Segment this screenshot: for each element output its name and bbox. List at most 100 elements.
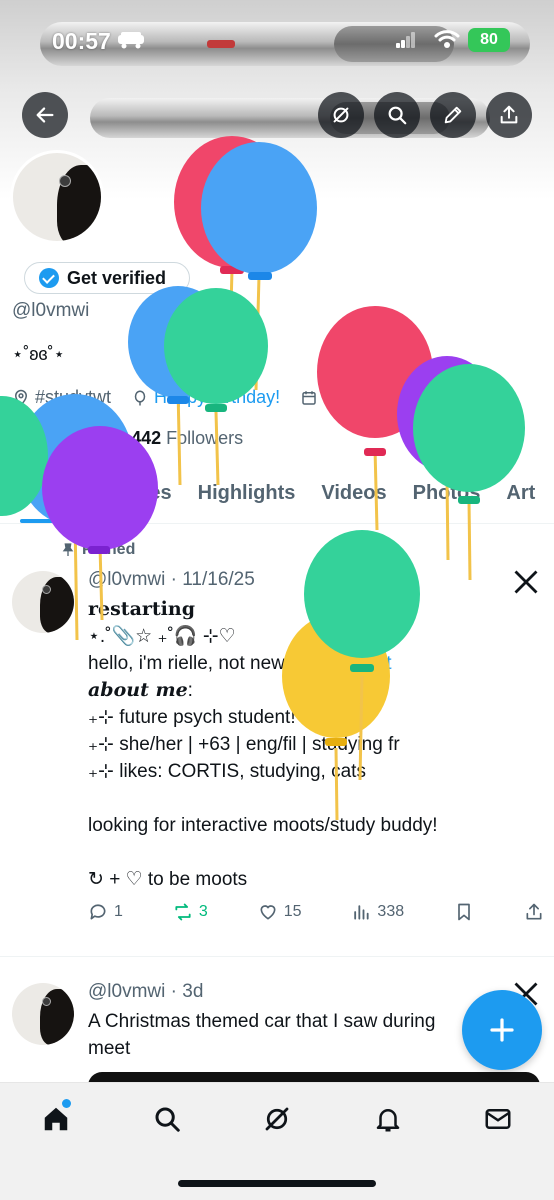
follow-stats: 35 Following 442 Followers	[12, 428, 243, 449]
post-about-line: about me:	[88, 677, 528, 704]
reply-button[interactable]: 1	[88, 902, 123, 922]
arrow-left-icon	[36, 107, 54, 123]
post2-text-line2: meet	[88, 1038, 131, 1059]
pin-icon	[62, 543, 74, 556]
share-button[interactable]	[486, 92, 532, 138]
tab-posts[interactable]: Posts	[20, 474, 75, 523]
pinned-indicator: Pinned	[60, 541, 135, 559]
post-body: restarting ⋆.˚📎☆ ₊˚🎧 ⊹♡ hello, i'm riell…	[88, 596, 528, 893]
tab-photos[interactable]: Photos	[413, 474, 481, 523]
reply-count: 1	[114, 903, 123, 920]
post-actions: 1 3 15 338	[88, 902, 544, 922]
notification-dot	[62, 1099, 71, 1108]
calendar-icon	[302, 390, 316, 405]
following-count: 35	[12, 428, 33, 448]
birthday-meta: Happy birthday!	[131, 387, 280, 408]
joined-text: Joined 2023	[323, 387, 422, 407]
nav-home[interactable]	[38, 1099, 74, 1137]
joined-meta: Joined 2023	[300, 387, 421, 408]
back-button[interactable]	[22, 92, 68, 138]
location-text: #studytwt	[35, 387, 112, 407]
post-header: @l0vmwi · 11/16/25	[88, 569, 255, 590]
repost-count: 3	[198, 903, 208, 920]
post-intro-text: hello, i'm rielle, not new to	[88, 653, 312, 674]
balloon-green-2	[413, 364, 525, 581]
home-indicator	[178, 1180, 376, 1187]
search-icon	[388, 106, 407, 125]
x-logo-icon[interactable]	[512, 568, 540, 596]
plus-icon	[490, 1018, 514, 1042]
nav-messages[interactable]	[480, 1101, 516, 1137]
post-about-colon: :	[187, 680, 193, 701]
compose-post-button[interactable]	[462, 990, 542, 1070]
following-label: Following	[37, 428, 114, 448]
tab-highlights[interactable]: Highlights	[198, 474, 296, 523]
tab-articles[interactable]: Art	[506, 474, 535, 523]
profile-avatar[interactable]	[10, 150, 104, 244]
post-pronouns-line: ₊⊹ she/her | +63 | eng/fil | studying fr	[88, 734, 400, 755]
post-intro-line: hello, i'm rielle, not new to #studytwt	[88, 650, 528, 677]
followers-count: 442	[131, 428, 162, 448]
cellular-signal-icon	[396, 32, 416, 48]
like-button[interactable]: 15	[258, 902, 302, 922]
profile-bio: ⋆˚ʚɞ˚⋆	[12, 344, 65, 364]
edit-profile-button[interactable]	[430, 92, 476, 138]
post-handle[interactable]: @l0vmwi	[88, 569, 165, 590]
post-avatar[interactable]	[12, 571, 74, 633]
tab-videos[interactable]: Videos	[321, 474, 386, 523]
post-title: restarting	[88, 598, 195, 620]
balloon-icon	[134, 390, 146, 405]
post-about-label: about me	[88, 679, 188, 701]
following-link[interactable]: 35 Following	[12, 428, 113, 449]
nav-grok[interactable]	[259, 1101, 295, 1137]
get-verified-label: Get verified	[67, 267, 167, 288]
battery-indicator: 80	[468, 28, 510, 52]
post-hashtag-link[interactable]: #studytwt	[311, 653, 391, 674]
post2-avatar[interactable]	[12, 983, 74, 1045]
followers-link[interactable]: 442 Followers	[131, 428, 243, 449]
repost-icon	[175, 903, 191, 921]
wifi-icon	[434, 30, 460, 48]
followers-label: Followers	[166, 428, 244, 448]
post2-date: 3d	[182, 981, 204, 1002]
views-chart-icon	[354, 905, 370, 920]
views-button[interactable]: 338	[351, 902, 404, 922]
home-icon	[44, 1107, 68, 1131]
get-verified-button[interactable]: Get verified	[24, 262, 190, 294]
post-date: 11/16/25	[182, 569, 255, 590]
post-likes-line: ₊⊹ likes: CORTIS, studying, cats	[88, 761, 366, 782]
tab-replies[interactable]: Replies	[100, 474, 171, 523]
repost-button[interactable]: 3	[173, 902, 208, 922]
balloon-blue-2	[128, 286, 228, 486]
nav-search[interactable]	[149, 1101, 185, 1137]
location-pin-icon	[14, 389, 28, 406]
views-count: 338	[377, 903, 405, 920]
pinned-label: Pinned	[82, 541, 136, 558]
profile-handle: @l0vmwi	[12, 300, 90, 321]
notifications-icon	[376, 1109, 400, 1132]
share-icon	[526, 903, 542, 920]
post2-handle[interactable]: @l0vmwi	[88, 981, 165, 1002]
search-button[interactable]	[374, 92, 420, 138]
profile-meta: #studytwt Happy birthday! Joined 2023	[12, 387, 421, 408]
bookmark-icon	[458, 903, 470, 921]
car-icon	[118, 32, 144, 49]
like-count: 15	[283, 903, 302, 920]
profile-tabs: Posts Replies Highlights Videos Photos A…	[0, 474, 554, 524]
post2-header: @l0vmwi · 3d	[88, 981, 204, 1002]
status-bar: 00:57 80	[0, 0, 554, 84]
grok-button[interactable]	[318, 92, 364, 138]
heart-icon	[260, 905, 276, 920]
nav-notifications[interactable]	[370, 1101, 406, 1137]
post-share-button[interactable]	[524, 902, 544, 922]
edit-icon	[444, 106, 462, 124]
bookmark-button[interactable]	[454, 902, 474, 922]
grok-icon	[333, 107, 349, 123]
status-time: 00:57	[52, 28, 111, 54]
birthday-link[interactable]: Happy birthday!	[154, 387, 280, 408]
post-psych-line: ₊⊹ future psych student!	[88, 707, 296, 728]
grok-icon	[265, 1107, 289, 1131]
post-moots-line: ↻ + ♡ to be moots	[88, 869, 248, 890]
verified-badge-icon	[39, 268, 59, 288]
messages-icon	[485, 1109, 511, 1129]
